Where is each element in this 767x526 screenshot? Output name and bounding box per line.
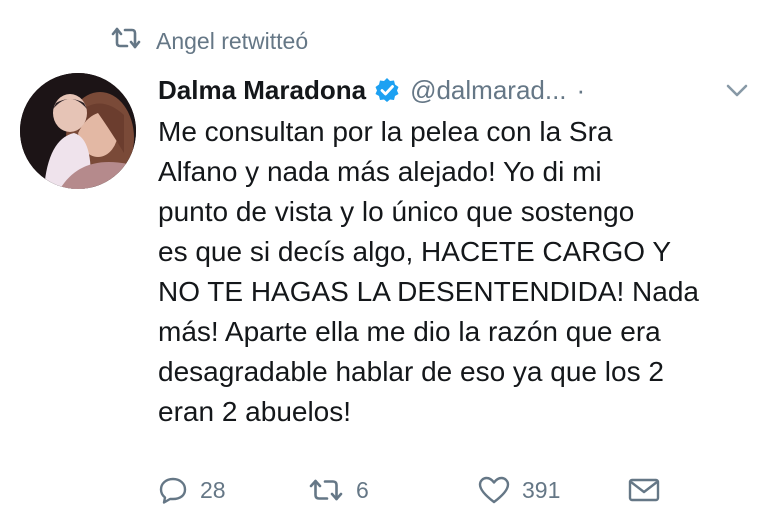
header-separator: · bbox=[576, 74, 586, 105]
retweet-icon bbox=[110, 25, 156, 57]
tweet-header: Dalma Maradona @dalmarad... · bbox=[158, 70, 747, 110]
reply-button[interactable]: 28 bbox=[158, 476, 308, 504]
author-handle[interactable]: @dalmarad... bbox=[410, 75, 566, 106]
author-name[interactable]: Dalma Maradona bbox=[158, 75, 366, 106]
chevron-down-icon[interactable] bbox=[725, 83, 749, 99]
heart-icon bbox=[478, 476, 510, 504]
retweet-context[interactable]: Angel retwitteó bbox=[110, 25, 308, 57]
tweet-actions: 28 6 391 bbox=[158, 470, 660, 510]
verified-badge-icon bbox=[375, 78, 399, 102]
retweet-context-text[interactable]: Angel retwitteó bbox=[156, 28, 308, 55]
like-button[interactable]: 391 bbox=[478, 476, 628, 504]
user-avatar[interactable] bbox=[20, 73, 136, 189]
retweet-button[interactable]: 6 bbox=[308, 476, 478, 504]
retweet-count: 6 bbox=[356, 476, 369, 503]
reply-icon bbox=[159, 477, 187, 504]
retweet-icon bbox=[309, 479, 343, 501]
reply-count: 28 bbox=[200, 476, 226, 503]
like-count: 391 bbox=[522, 476, 561, 503]
tweet-text: Me consultan por la pelea con la Sra Alf… bbox=[158, 116, 699, 427]
direct-message-button[interactable] bbox=[628, 476, 660, 504]
envelope-icon bbox=[628, 478, 660, 502]
